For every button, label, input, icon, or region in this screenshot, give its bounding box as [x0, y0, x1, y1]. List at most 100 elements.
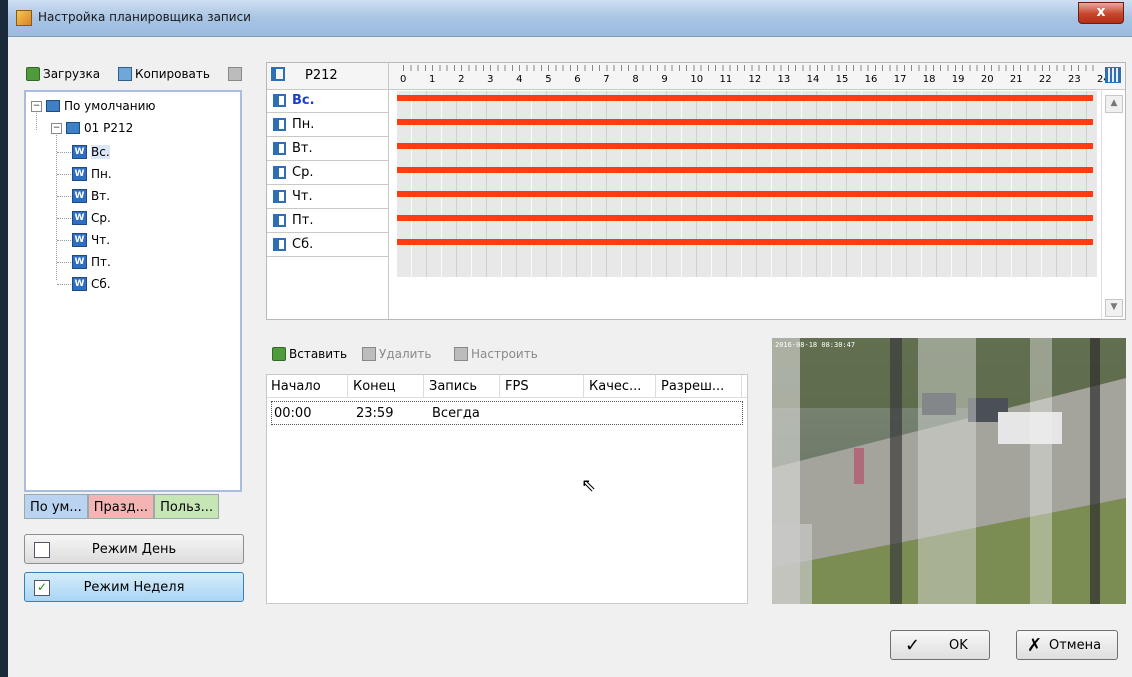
tab-default[interactable]: По ум...: [24, 494, 88, 519]
column-start[interactable]: Начало: [271, 379, 321, 394]
close-button[interactable]: x: [1078, 2, 1124, 24]
time-ruler: [403, 65, 1100, 71]
schedule-day-row[interactable]: Пн.: [267, 113, 388, 137]
schedule-scrollbar[interactable]: ▲ ▼: [1101, 89, 1124, 319]
record-interval-bar[interactable]: [397, 191, 1093, 197]
camera-preview-image: 2016-08-18 08:30:47: [772, 338, 1126, 604]
day-row-label: Пт.: [292, 213, 314, 228]
column-separator: [655, 375, 656, 397]
table-row[interactable]: 00:00 23:59 Всегда: [271, 401, 743, 425]
record-interval-bar[interactable]: [397, 167, 1093, 173]
day-mode-button[interactable]: Режим День: [24, 534, 244, 564]
hour-tick-label: 0: [400, 74, 407, 85]
tree-node-day[interactable]: W Пн.: [72, 165, 112, 183]
day-row-icon: [273, 118, 286, 131]
configure-label: Настроить: [471, 347, 538, 361]
tree-node-day[interactable]: W Вс.: [72, 143, 110, 161]
tree-node-label: Чт.: [91, 233, 111, 247]
week-mode-button[interactable]: ✓ Режим Неделя: [24, 572, 244, 602]
schedule-day-row[interactable]: Вс.: [267, 89, 388, 113]
calendar-icon[interactable]: [1105, 67, 1121, 83]
insert-icon: [272, 347, 286, 361]
window-edge: [0, 0, 8, 677]
column-separator: [499, 375, 500, 397]
hour-tick-label: 19: [951, 74, 965, 85]
tree-node-day[interactable]: W Чт.: [72, 231, 110, 249]
delete-icon: [362, 347, 376, 361]
tree-node-camera[interactable]: − 01 P212: [51, 119, 133, 137]
paste-button[interactable]: [228, 64, 242, 84]
schedule-day-row[interactable]: Сб.: [267, 233, 388, 257]
insert-label: Вставить: [289, 347, 348, 361]
tree-node-default[interactable]: − По умолчанию: [31, 97, 156, 115]
hour-tick-label: 1: [429, 74, 436, 85]
tree-node-label: Вт.: [91, 189, 111, 203]
record-interval-bar[interactable]: [397, 143, 1093, 149]
configure-button[interactable]: Настроить: [454, 344, 538, 364]
tree-node-label: Пн.: [91, 167, 112, 181]
day-row-icon: [273, 94, 286, 107]
column-fps[interactable]: FPS: [505, 379, 529, 394]
record-interval-bar[interactable]: [397, 239, 1093, 245]
title-bar: Настройка планировщика записи x: [8, 0, 1132, 37]
camera-icon: [66, 122, 80, 134]
hour-grid[interactable]: [397, 91, 1097, 277]
day-row-icon: [273, 238, 286, 251]
hour-tick-label: 23: [1067, 74, 1081, 85]
hour-tick-label: 8: [632, 74, 639, 85]
tree-node-day[interactable]: W Ср.: [72, 209, 111, 227]
record-interval-bar[interactable]: [397, 215, 1093, 221]
tab-holidays[interactable]: Празд...: [87, 494, 155, 519]
delete-label: Удалить: [379, 347, 432, 361]
record-interval-bar[interactable]: [397, 119, 1093, 125]
copy-button[interactable]: Копировать: [118, 64, 210, 84]
week-day-icon: W: [72, 189, 87, 203]
schedule-day-row[interactable]: Чт.: [267, 185, 388, 209]
hour-tick-label: 15: [835, 74, 849, 85]
schedule-day-row[interactable]: Ср.: [267, 161, 388, 185]
tree-node-day[interactable]: W Сб.: [72, 275, 111, 293]
mouse-cursor-icon: ⇖: [581, 475, 597, 496]
day-row-icon: [273, 190, 286, 203]
hour-tick-label: 14: [806, 74, 820, 85]
column-end[interactable]: Конец: [353, 379, 396, 394]
column-separator: [741, 375, 742, 397]
folder-icon: [46, 100, 60, 112]
tree-node-day[interactable]: W Вт.: [72, 187, 110, 205]
schedule-day-row[interactable]: Пт.: [267, 209, 388, 233]
scheduler-app-icon: [16, 10, 32, 26]
tree-line: [57, 174, 71, 175]
column-resolution[interactable]: Разреш...: [661, 379, 724, 394]
tab-custom[interactable]: Польз...: [154, 494, 220, 519]
hour-tick-label: 6: [574, 74, 581, 85]
insert-button[interactable]: Вставить: [272, 344, 347, 364]
column-record[interactable]: Запись: [429, 379, 477, 394]
schedule-tree: − По умолчанию − 01 P212 W Вс. W Пн. W Вт. W Ср…: [24, 90, 242, 492]
copy-icon: [118, 67, 132, 81]
day-row-label: Пн.: [292, 117, 315, 132]
camera-preview: 2016-08-18 08:30:47: [772, 338, 1126, 604]
collapse-icon[interactable]: −: [31, 100, 42, 112]
hour-tick-label: 5: [545, 74, 552, 85]
cancel-button[interactable]: ✗ Отмена: [1016, 630, 1118, 660]
cancel-label: Отмена: [1049, 638, 1102, 653]
delete-button[interactable]: Удалить: [362, 344, 432, 364]
day-mode-label: Режим День: [91, 542, 177, 557]
schedule-day-row[interactable]: Вт.: [267, 137, 388, 161]
week-day-icon: W: [72, 233, 87, 247]
load-button[interactable]: Загрузка: [26, 64, 100, 84]
scroll-up-icon[interactable]: ▲: [1105, 95, 1123, 113]
copy-label: Копировать: [135, 67, 210, 81]
collapse-icon[interactable]: −: [51, 122, 62, 134]
week-day-icon: W: [72, 167, 87, 181]
scroll-down-icon[interactable]: ▼: [1105, 299, 1123, 317]
scheduler-window: Настройка планировщика записи x Загрузка…: [8, 0, 1132, 677]
column-quality[interactable]: Качес...: [589, 379, 641, 394]
ok-button[interactable]: ✓ OK: [890, 630, 990, 660]
tree-node-day[interactable]: W Пт.: [72, 253, 111, 271]
hour-tick-label: 20: [980, 74, 994, 85]
record-interval-bar[interactable]: [397, 95, 1093, 101]
hour-tick-label: 21: [1009, 74, 1023, 85]
tree-line: [56, 132, 57, 280]
day-row-icon: [273, 166, 286, 179]
